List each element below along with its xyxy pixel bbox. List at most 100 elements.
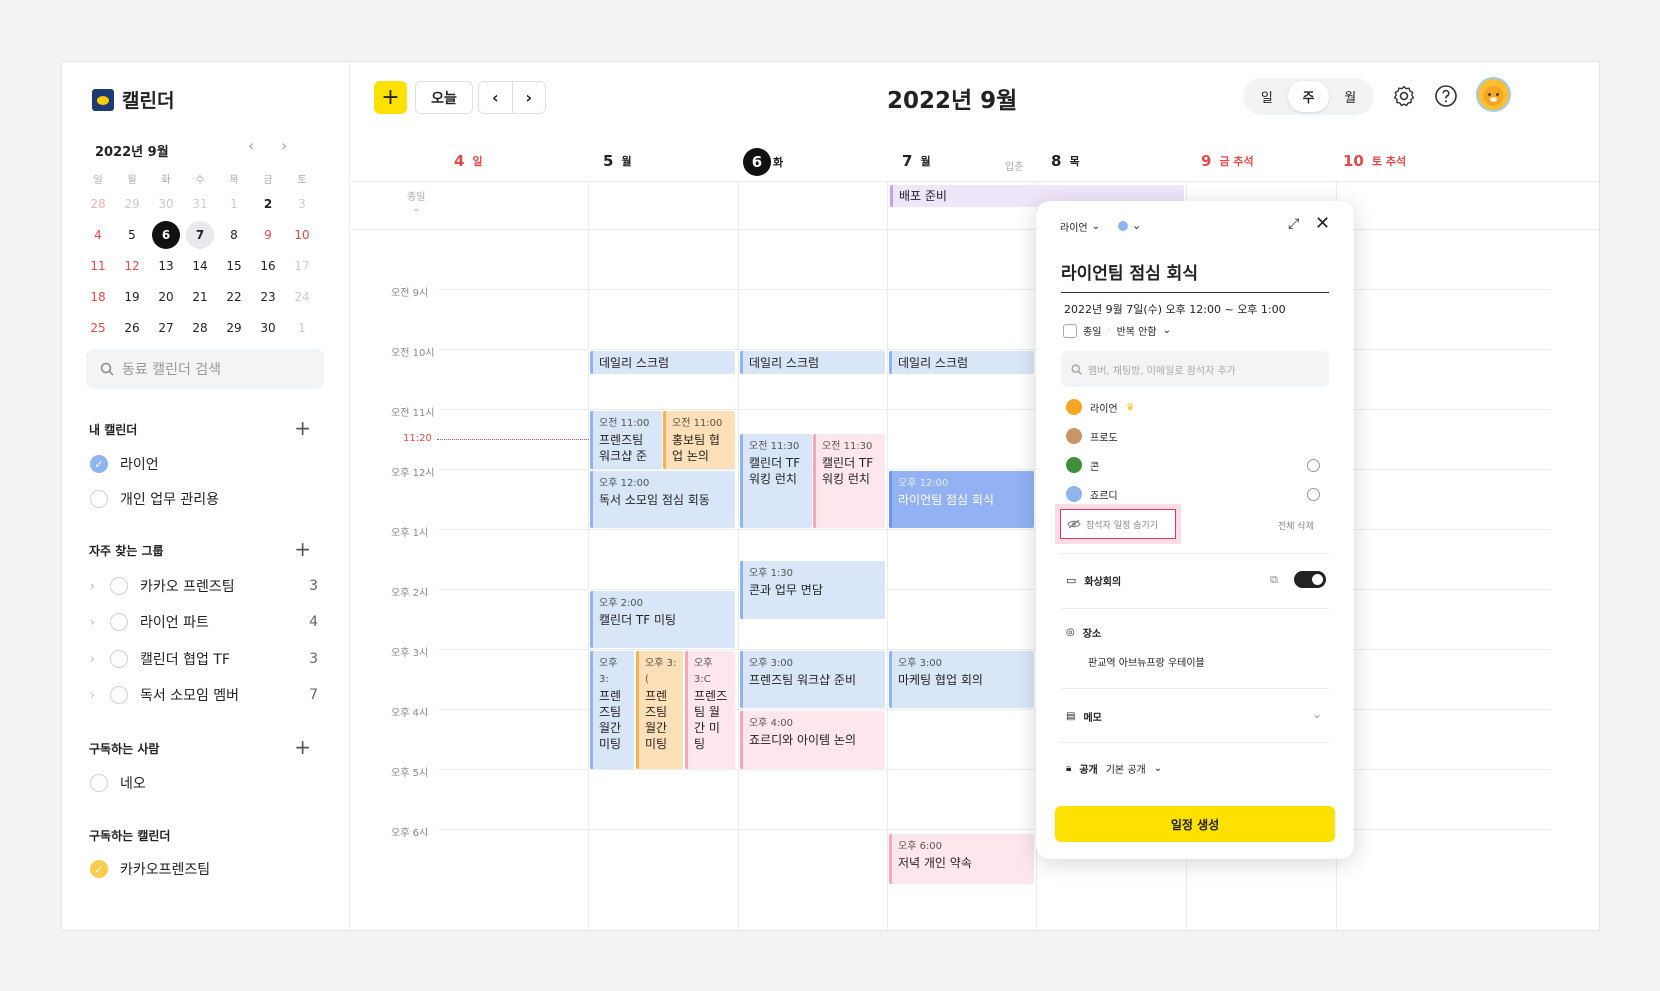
prev-week-button[interactable]: ‹ [479, 82, 513, 113]
day-cell[interactable]: 29 [118, 190, 146, 218]
group-item[interactable]: › 독서 소모임 멤버 7 [90, 685, 318, 705]
today-button[interactable]: 오늘 [415, 81, 473, 114]
delete-all-button[interactable]: 전체 삭제 [1278, 519, 1314, 532]
next-week-button[interactable]: › [513, 82, 546, 113]
event[interactable]: 오후 1:30 콘과 업무 면담 [740, 561, 885, 619]
place-value[interactable]: 판교역 아브뉴프랑 우테이블 [1088, 654, 1205, 669]
settings-button[interactable] [1391, 83, 1417, 109]
day-cell[interactable]: 28 [186, 314, 214, 342]
calendar-item[interactable]: ✓ 라이언 [90, 454, 318, 474]
event[interactable]: 데일리 스크럼 [740, 351, 885, 374]
checkbox-icon[interactable] [1063, 323, 1077, 338]
mini-next-button[interactable]: › [281, 136, 287, 155]
day-cell[interactable]: 30 [254, 314, 282, 342]
checkbox-checked-icon[interactable]: ✓ [90, 860, 108, 878]
calendar-item[interactable]: 개인 업무 관리용 [90, 489, 318, 509]
view-week-tab[interactable]: 주 [1287, 81, 1330, 112]
event-selected[interactable]: 오후 12:00 라이언팀 점심 회식 [889, 471, 1034, 528]
chevron-right-icon[interactable]: › [90, 579, 98, 593]
event[interactable]: 데일리 스크럼 [590, 351, 735, 374]
event[interactable]: 오후 3:00 프렌즈팀 워크샵 준비 [740, 651, 885, 708]
day-cell[interactable]: 2 [254, 190, 282, 218]
day-cell[interactable]: 30 [152, 190, 180, 218]
memo-row[interactable]: ▤ 메모 [1066, 709, 1102, 724]
color-select[interactable]: ⌄ [1118, 219, 1141, 232]
checkbox-icon[interactable] [90, 774, 108, 792]
chevron-right-icon[interactable]: › [90, 615, 98, 629]
colleague-search[interactable]: 동료 캘린더 검색 [86, 349, 324, 389]
day-cell[interactable]: 5 [118, 221, 146, 249]
day-header[interactable]: 5월 [603, 152, 632, 170]
person-item[interactable]: 네오 [90, 773, 318, 793]
day-cell[interactable]: 11 [84, 252, 112, 280]
day-cell[interactable]: 15 [220, 252, 248, 280]
event[interactable]: 오후 3: 프렌즈팀 월간 미팅 [590, 651, 634, 769]
event[interactable]: 오후 3:00 마케팅 협업 회의 [889, 651, 1034, 708]
checkbox-icon[interactable] [110, 650, 128, 668]
event[interactable]: 데일리 스크럼 [889, 351, 1034, 374]
subscribed-calendar-item[interactable]: ✓ 카카오프렌즈팀 [90, 859, 318, 879]
day-cell[interactable]: 29 [220, 314, 248, 342]
day-cell[interactable]: 1 [288, 314, 316, 342]
person-circle-icon[interactable] [1307, 487, 1320, 501]
group-item[interactable]: › 캘린더 협업 TF 3 [90, 649, 318, 669]
close-icon[interactable]: ✕ [1315, 213, 1330, 234]
day-header[interactable]: 4일 [454, 152, 483, 170]
day-cell[interactable]: 18 [84, 283, 112, 311]
view-day-tab[interactable]: 일 [1246, 81, 1288, 112]
day-cell[interactable]: 9 [254, 221, 282, 249]
chevron-right-icon[interactable]: › [90, 652, 98, 666]
event[interactable]: 오전 11:30 캘린더 TF 워킹 런치 [813, 434, 885, 528]
day-header-today[interactable]: 6화 [743, 148, 783, 176]
day-cell[interactable]: 1 [220, 190, 248, 218]
video-call-toggle[interactable] [1294, 571, 1326, 588]
day-cell[interactable]: 22 [220, 283, 248, 311]
expand-icon[interactable]: ⤢ [1288, 216, 1299, 232]
day-header[interactable]: 8목 [1051, 152, 1080, 170]
copy-icon[interactable]: ⧉ [1270, 573, 1278, 587]
event[interactable]: 오전 11:00 프렌즈팀 워크샵 준 [590, 411, 662, 469]
add-calendar-button[interactable]: + [294, 416, 311, 440]
day-cell-today[interactable]: 6 [152, 220, 180, 249]
add-group-button[interactable]: + [294, 537, 311, 561]
person-circle-icon[interactable] [1307, 458, 1320, 472]
add-event-button[interactable]: + [374, 81, 407, 114]
attendee-input[interactable]: 멤버, 채팅방, 이메일로 참석자 추가 [1061, 351, 1329, 387]
day-cell[interactable]: 13 [152, 252, 180, 280]
avatar[interactable] [1476, 77, 1511, 112]
day-cell[interactable]: 10 [288, 221, 316, 249]
day-cell[interactable]: 20 [152, 283, 180, 311]
day-cell[interactable]: 24 [288, 283, 316, 311]
chevron-right-icon[interactable]: › [90, 688, 98, 702]
group-item[interactable]: › 카카오 프렌즈팀 3 [90, 576, 318, 596]
day-cell[interactable]: 4 [84, 221, 112, 249]
repeat-select[interactable]: 반복 안함 [1117, 323, 1157, 338]
event-datetime[interactable]: 2022년 9월 7일(수) 오후 12:00 ~ 오후 1:00 [1064, 301, 1286, 317]
checkbox-checked-icon[interactable]: ✓ [90, 455, 108, 473]
day-cell[interactable]: 31 [186, 190, 214, 218]
app-logo[interactable]: 캘린더 [92, 86, 174, 113]
day-cell[interactable]: 19 [118, 283, 146, 311]
create-event-button[interactable]: 일정 생성 [1055, 806, 1335, 842]
event-title-input[interactable]: 라이언팀 점심 회식 [1061, 259, 1329, 293]
visibility-row[interactable]: 🔒︎ 공개 기본 공개 ⌄ [1066, 761, 1162, 776]
allday-label[interactable]: 종일 ⌄ [407, 188, 425, 214]
chevron-down-icon[interactable]: ⌄ [1312, 707, 1322, 721]
day-cell[interactable]: 12 [118, 252, 146, 280]
hide-attendee-schedule-button[interactable]: 참석자 일정 숨기기 [1055, 504, 1181, 544]
day-cell[interactable]: 27 [152, 314, 180, 342]
day-cell[interactable]: 25 [84, 314, 112, 342]
event[interactable]: 오후 3:(프렌즈팀 월간 미팅 [636, 651, 683, 769]
event[interactable]: 오전 11:30 캘린더 TF 워킹 런치 [740, 434, 812, 528]
day-header[interactable]: 9 금 추석 [1201, 152, 1254, 170]
checkbox-icon[interactable] [110, 686, 128, 704]
day-cell[interactable]: 17 [288, 252, 316, 280]
event[interactable]: 오전 11:00 홍보팀 협업 논의 [663, 411, 735, 469]
day-cell[interactable]: 26 [118, 314, 146, 342]
checkbox-icon[interactable] [110, 613, 128, 631]
event[interactable]: 오후 12:00 독서 소모임 점심 회동 [590, 471, 735, 528]
day-cell[interactable]: 3 [288, 190, 316, 218]
day-cell[interactable]: 28 [84, 190, 112, 218]
day-cell-selected[interactable]: 7 [186, 220, 214, 249]
day-cell[interactable]: 8 [220, 221, 248, 249]
